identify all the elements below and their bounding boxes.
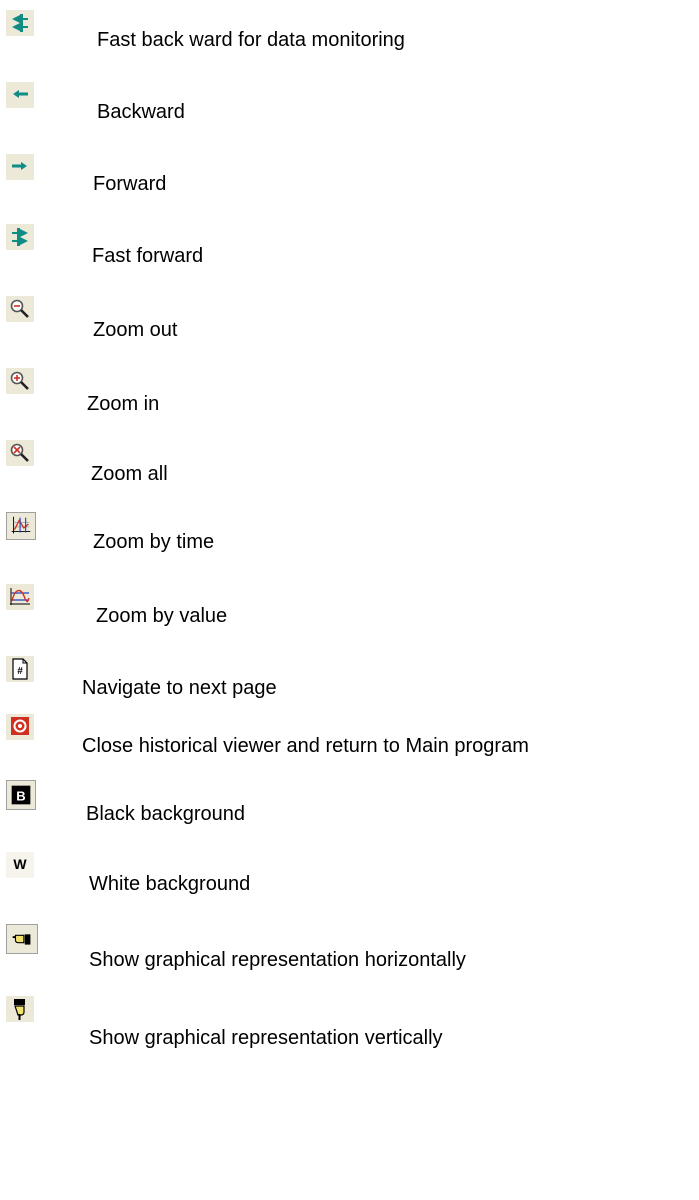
legend-row-zoom-in: Zoom in	[0, 368, 699, 428]
close-icon[interactable]	[6, 714, 34, 740]
svg-text:B: B	[16, 789, 25, 804]
legend-row-zoom-all: Zoom all	[0, 440, 699, 500]
next-page-icon[interactable]: #	[6, 656, 34, 682]
legend-row-vertical: Show graphical representation vertically	[0, 996, 699, 1056]
legend-row-close: Close historical viewer and return to Ma…	[0, 714, 699, 774]
legend-label: Zoom out	[93, 319, 178, 341]
zoom-by-time-icon[interactable]	[6, 512, 36, 540]
legend-label: Fast back ward for data monitoring	[97, 29, 405, 51]
zoom-out-icon[interactable]	[6, 296, 34, 322]
zoom-in-icon[interactable]	[6, 368, 34, 394]
legend-label: Zoom by time	[93, 531, 215, 553]
legend-label: Show graphical representation vertically	[89, 1027, 443, 1049]
fast-backward-icon[interactable]	[6, 10, 34, 36]
forward-icon[interactable]	[6, 154, 34, 180]
legend-row-forward: Forward	[0, 154, 699, 214]
vertical-hand-icon[interactable]	[6, 996, 34, 1022]
legend-label: Forward	[93, 173, 167, 195]
legend-label: Backward	[97, 101, 185, 123]
legend-row-zoom-by-time: Zoom by time	[0, 512, 699, 572]
legend-row-zoom-out: Zoom out	[0, 296, 699, 356]
legend-label: Fast forward	[92, 245, 204, 267]
legend-label: Black background	[86, 803, 245, 825]
legend-label: Navigate to next page	[82, 677, 277, 699]
legend-row-zoom-by-value: Zoom by value	[0, 584, 699, 644]
legend-row-horizontal: Show graphical representation horizontal…	[0, 924, 699, 984]
legend-label: Close historical viewer and return to Ma…	[82, 735, 529, 757]
legend-label: Show graphical representation horizontal…	[89, 949, 466, 971]
zoom-all-icon[interactable]	[6, 440, 34, 466]
legend-row-fast-forward: Fast forward	[0, 224, 699, 284]
legend-row-fast-backward: Fast back ward for data monitoring	[0, 10, 699, 70]
legend-row-black-background: B Black background	[0, 780, 699, 840]
legend-label: Zoom by value	[96, 605, 228, 627]
legend-row-backward: Backward	[0, 82, 699, 142]
legend-row-white-background: W White background	[0, 852, 699, 912]
legend-label: Zoom all	[91, 463, 168, 485]
fast-forward-icon[interactable]	[6, 224, 34, 250]
svg-text:W: W	[13, 856, 27, 872]
white-background-icon[interactable]: W	[6, 852, 34, 878]
black-background-icon[interactable]: B	[6, 780, 36, 810]
legend-label: Zoom in	[87, 393, 160, 415]
zoom-by-value-icon[interactable]	[6, 584, 34, 610]
legend-row-next-page: # Navigate to next page	[0, 656, 699, 716]
legend-label: White background	[89, 873, 251, 895]
horizontal-hand-icon[interactable]	[6, 924, 38, 954]
backward-icon[interactable]	[6, 82, 34, 108]
svg-text:#: #	[17, 666, 23, 677]
